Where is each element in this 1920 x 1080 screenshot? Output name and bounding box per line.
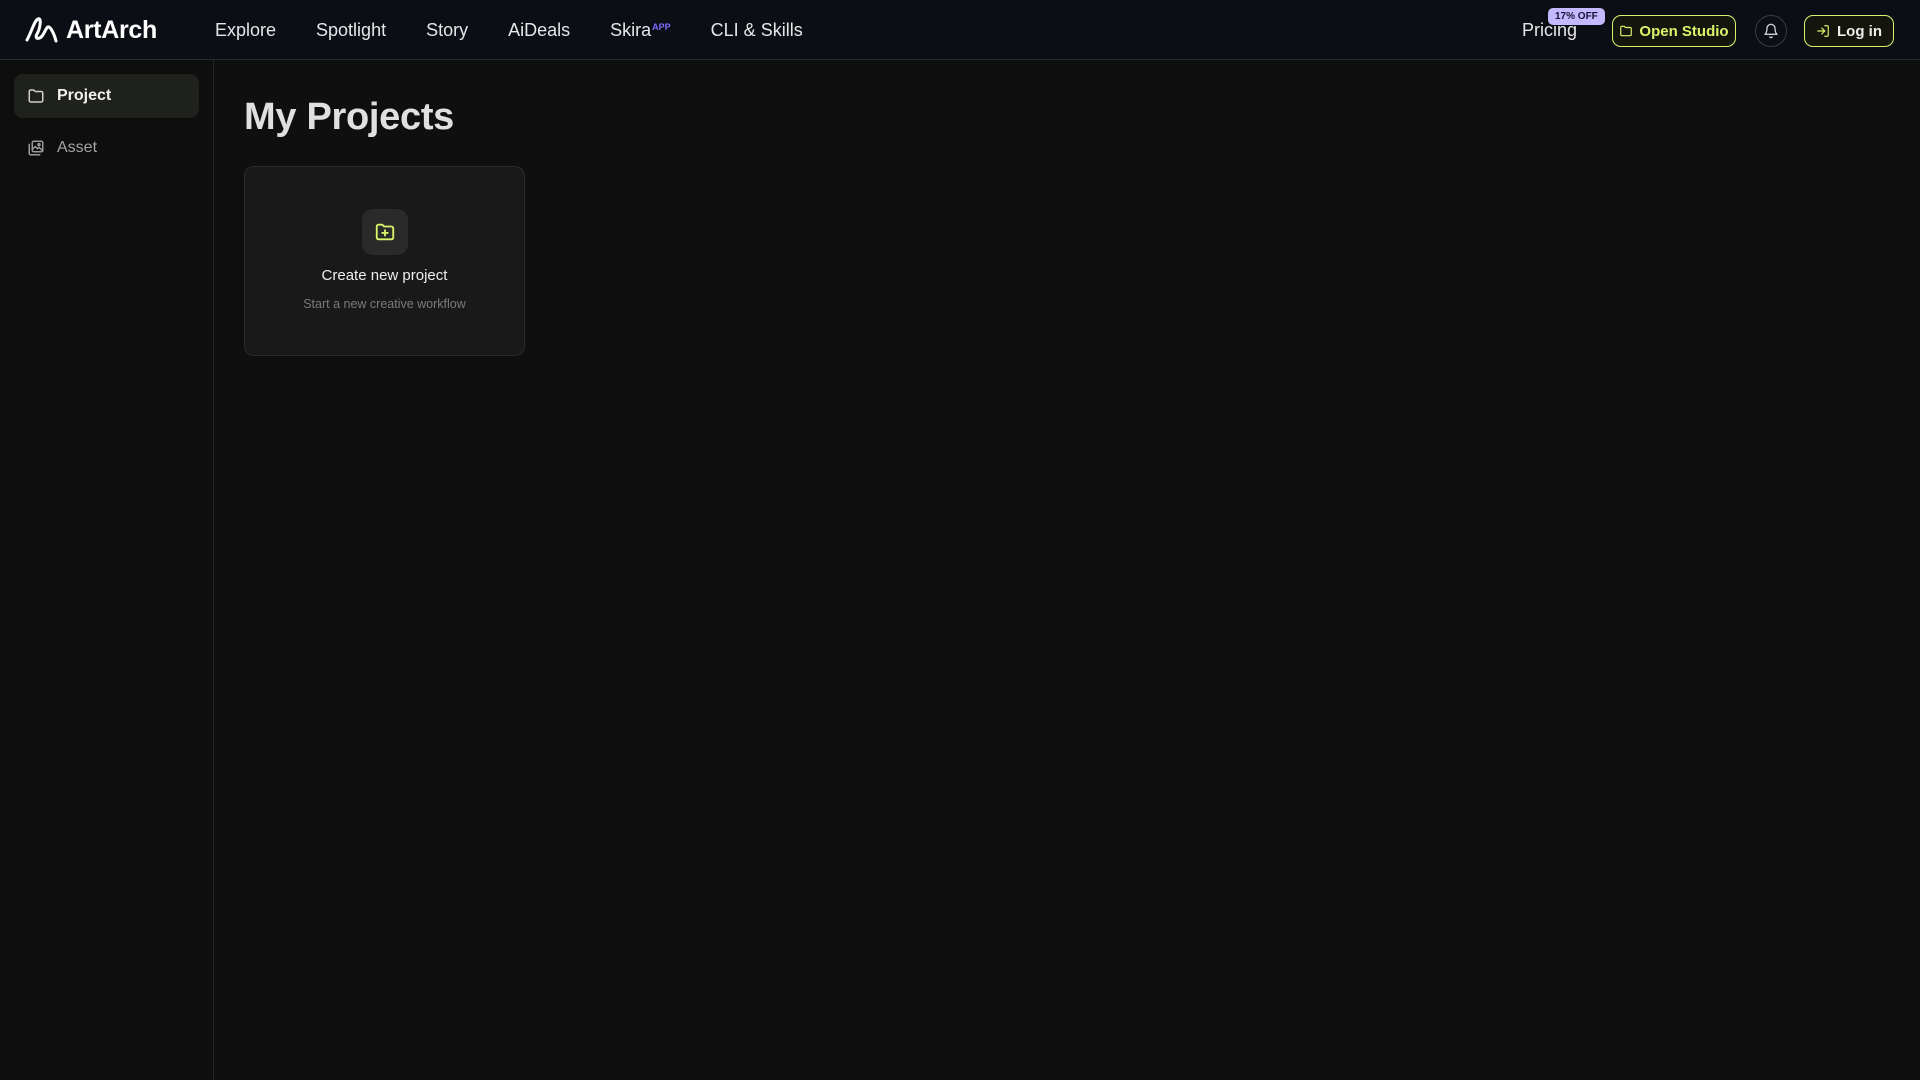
open-studio-button[interactable]: Open Studio bbox=[1612, 15, 1736, 47]
brand-name: ArtArch bbox=[66, 15, 157, 44]
nav-skira[interactable]: SkiraAPP bbox=[610, 20, 671, 41]
folder-plus-icon bbox=[375, 223, 395, 241]
sidebar-item-label: Project bbox=[57, 87, 112, 104]
brand-logo[interactable]: ArtArch bbox=[24, 15, 157, 45]
login-label: Log in bbox=[1837, 22, 1882, 40]
card-icon-tile bbox=[362, 209, 408, 255]
create-project-title: Create new project bbox=[321, 267, 448, 284]
nav-explore[interactable]: Explore bbox=[215, 20, 276, 41]
bell-icon bbox=[1764, 23, 1778, 39]
notifications-button[interactable] bbox=[1755, 15, 1787, 47]
artarch-logo-icon bbox=[25, 17, 58, 43]
image-stack-icon bbox=[28, 140, 44, 156]
create-project-subtitle: Start a new creative workflow bbox=[303, 297, 466, 311]
sidebar: Project Asset bbox=[0, 60, 214, 1080]
nav-aideals[interactable]: AiDeals bbox=[508, 20, 570, 41]
page-title: My Projects bbox=[244, 96, 455, 138]
create-project-card[interactable]: Create new project Start a new creative … bbox=[244, 166, 525, 356]
discount-badge: 17% OFF bbox=[1548, 8, 1605, 25]
folder-icon bbox=[28, 89, 44, 103]
nav-cli-skills[interactable]: CLI & Skills bbox=[711, 20, 803, 41]
top-header: ArtArch Explore Spotlight Story AiDeals … bbox=[0, 0, 1920, 60]
nav-spotlight[interactable]: Spotlight bbox=[316, 20, 386, 41]
nav-story[interactable]: Story bbox=[426, 20, 468, 41]
open-studio-label: Open Studio bbox=[1639, 22, 1729, 40]
login-button[interactable]: Log in bbox=[1804, 15, 1894, 47]
login-icon bbox=[1817, 25, 1829, 37]
sidebar-item-asset[interactable]: Asset bbox=[14, 126, 199, 170]
app-badge: APP bbox=[652, 21, 671, 32]
sidebar-item-project[interactable]: Project bbox=[14, 74, 199, 118]
nav-skira-label: Skira bbox=[610, 19, 652, 40]
folder-icon bbox=[1620, 25, 1633, 37]
main-nav: Explore Spotlight Story AiDeals SkiraAPP… bbox=[215, 0, 803, 60]
sidebar-item-label: Asset bbox=[57, 139, 98, 156]
